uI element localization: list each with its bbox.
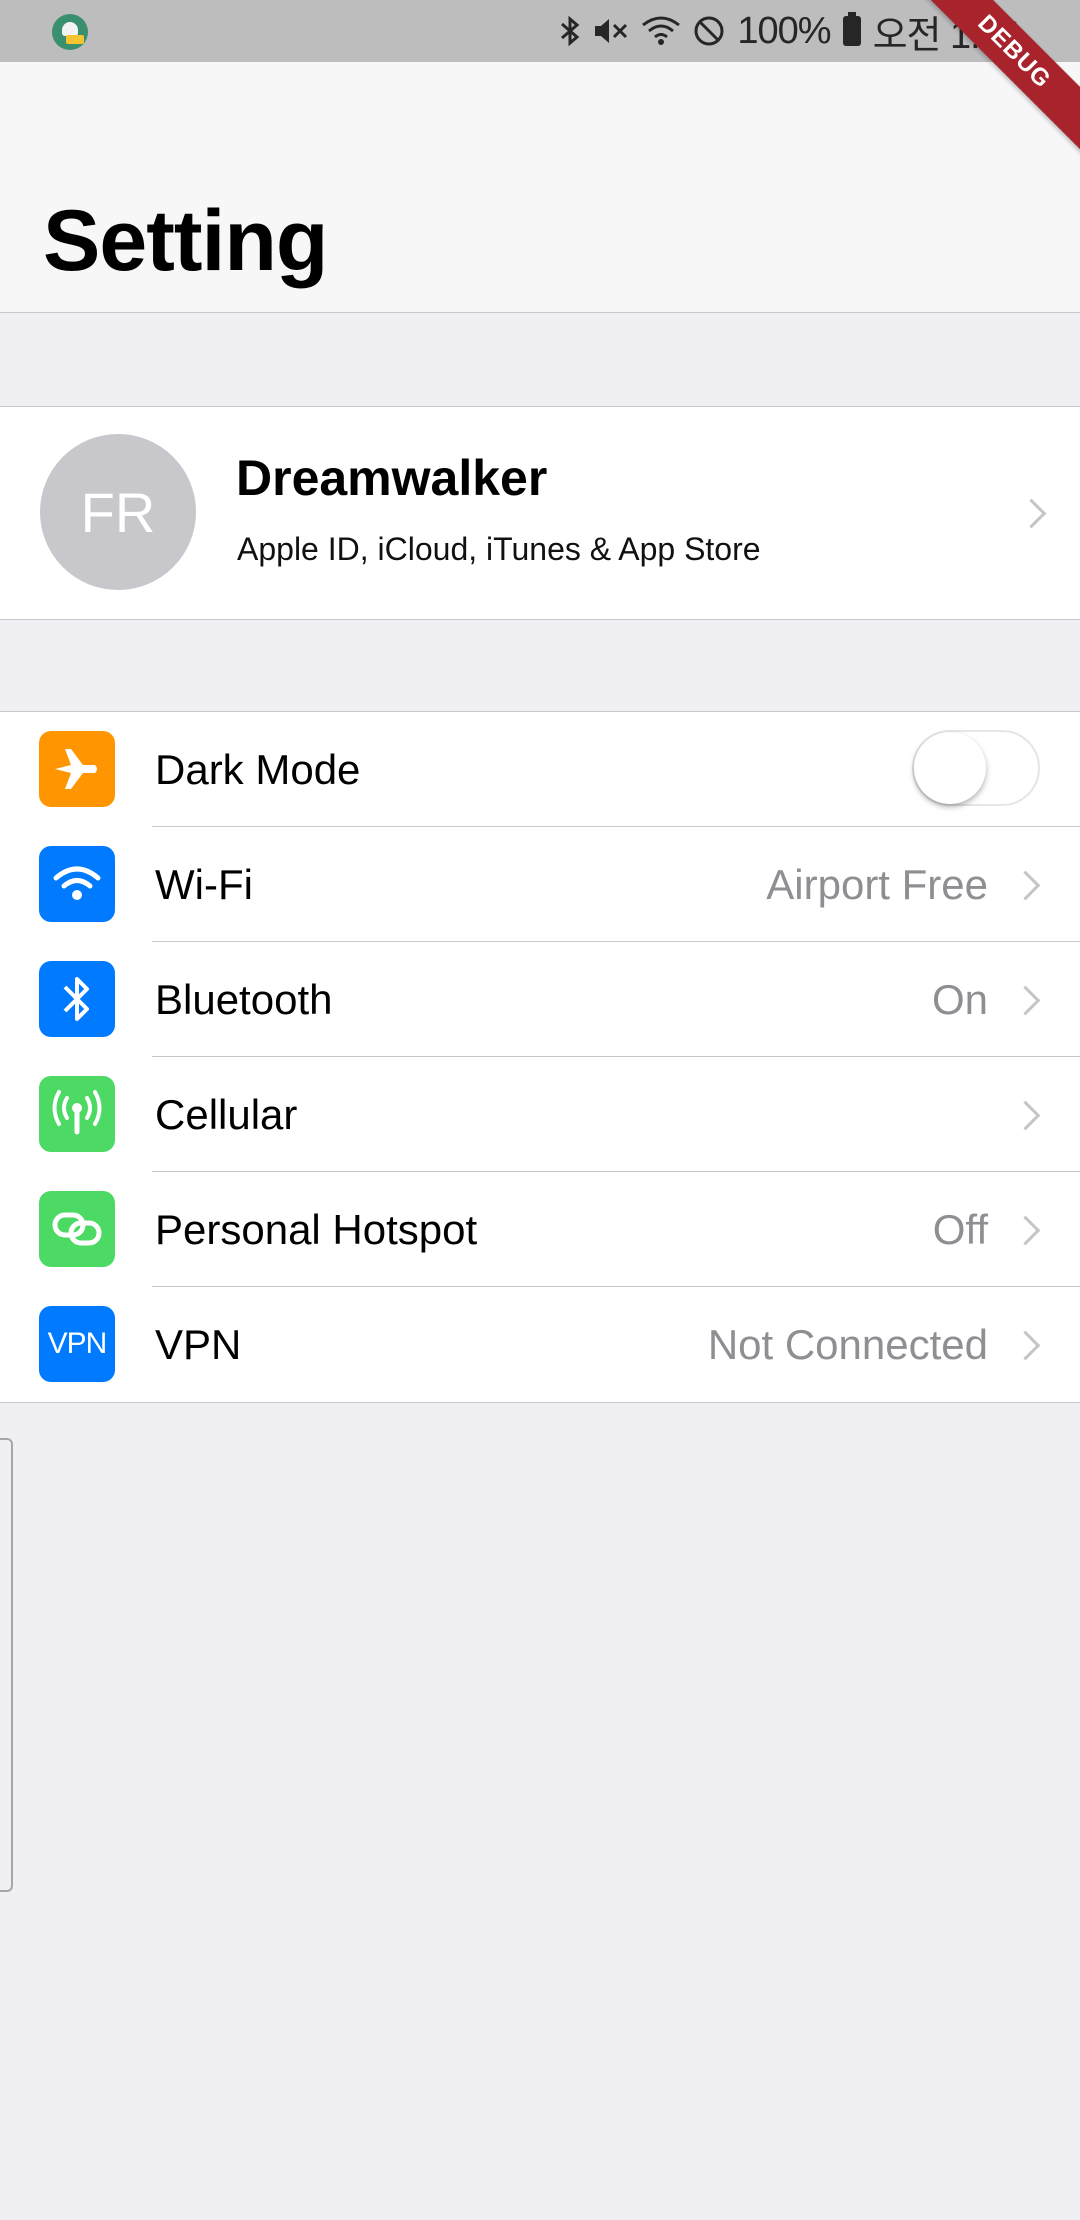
chevron-right-icon [1010, 1100, 1041, 1131]
settings-row-vpn[interactable]: VPN VPN Not Connected [0, 1287, 1080, 1402]
settings-row-label: VPN [155, 1321, 242, 1368]
avatar: FR [40, 434, 196, 590]
dark-mode-toggle[interactable] [912, 730, 1040, 806]
mute-icon [595, 19, 628, 43]
settings-row-cellular[interactable]: Cellular [0, 1057, 1080, 1172]
settings-row-wifi[interactable]: Wi-Fi Airport Free [0, 827, 1080, 942]
wifi-icon [39, 846, 115, 922]
settings-row-value: Airport Free [766, 861, 988, 908]
battery-percent: 100% [737, 9, 831, 52]
chevron-right-icon [1010, 1215, 1041, 1246]
battery-icon [842, 12, 861, 46]
settings-row-value: Not Connected [707, 1321, 988, 1368]
wifi-icon [642, 16, 681, 45]
edge-panel-handle[interactable] [0, 1438, 13, 1892]
vpn-icon: VPN [39, 1306, 115, 1382]
settings-row-label: Wi-Fi [155, 861, 253, 908]
settings-row-label: Personal Hotspot [155, 1206, 478, 1253]
profile-subtitle: Apple ID, iCloud, iTunes & App Store [237, 531, 761, 567]
settings-row-dark-mode: Dark Mode [0, 712, 1080, 827]
vpn-icon-label: VPN [47, 1327, 108, 1360]
debug-banner-label: DEBUG [920, 0, 1080, 160]
settings-row-label: Dark Mode [155, 746, 361, 793]
chevron-right-icon [1010, 985, 1041, 1016]
settings-row-bluetooth[interactable]: Bluetooth On [0, 942, 1080, 1057]
settings-row-personal-hotspot[interactable]: Personal Hotspot Off [0, 1172, 1080, 1287]
toggle-knob [914, 732, 986, 804]
settings-list: Dark Mode Wi-Fi Airport Free Bluetooth O… [0, 711, 1080, 1403]
settings-row-label: Cellular [155, 1091, 298, 1138]
status-bar: 100% 오전 1:24 [0, 0, 1080, 62]
chevron-right-icon [1016, 498, 1047, 529]
cellular-antenna-icon [39, 1076, 115, 1152]
bluetooth-icon [39, 961, 115, 1037]
hotspot-chain-icon [39, 1191, 115, 1267]
nav-header: Setting [0, 62, 1080, 313]
do-not-disturb-icon [694, 16, 724, 46]
chevron-right-icon [1010, 870, 1041, 901]
settings-row-value: Off [932, 1206, 988, 1253]
bluetooth-icon [561, 15, 580, 47]
chevron-right-icon [1010, 1330, 1041, 1361]
debug-banner: DEBUG [920, 0, 1080, 160]
settings-row-value: On [931, 976, 988, 1023]
page-title: Setting [43, 193, 328, 289]
app-notification-icon [52, 14, 88, 50]
profile-row[interactable]: FR Dreamwalker Apple ID, iCloud, iTunes … [0, 406, 1080, 620]
airplane-icon [39, 731, 115, 807]
settings-row-label: Bluetooth [155, 976, 333, 1023]
profile-name: Dreamwalker [236, 450, 548, 506]
